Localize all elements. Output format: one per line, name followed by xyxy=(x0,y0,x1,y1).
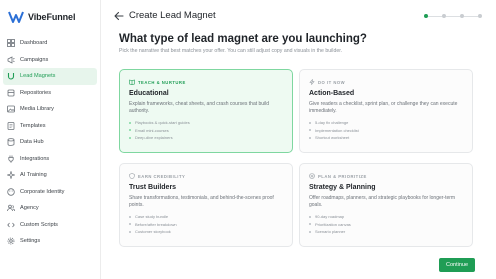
plug-icon xyxy=(7,155,15,163)
card-description: Offer roadmaps, planners, and strategic … xyxy=(309,195,456,208)
card-tag: TEACH & NURTURE xyxy=(129,79,283,85)
sidebar-item-lead-magnets[interactable]: Lead Magnets xyxy=(3,68,97,85)
dashboard-icon xyxy=(7,39,15,48)
sidebar-item-data-hub[interactable]: Data Hub xyxy=(3,134,97,151)
card-description: Explain frameworks, cheat sheets, and cr… xyxy=(129,101,270,114)
card-trust-builders[interactable]: EARN CREDIBILITY Trust Builders Share tr… xyxy=(119,163,293,247)
brand-name: VibeFunnel xyxy=(28,12,76,22)
sidebar-item-repositories[interactable]: Repositories xyxy=(3,85,97,102)
card-tag-label: EARN CREDIBILITY xyxy=(138,173,186,179)
target-icon xyxy=(309,173,315,179)
image-icon xyxy=(7,105,15,113)
continue-button[interactable]: Continue xyxy=(439,258,475,272)
sidebar-item-dashboard[interactable]: Dashboard xyxy=(3,35,97,52)
card-tag: DO IT NOW xyxy=(309,79,463,85)
page-header: Create Lead Magnet xyxy=(101,0,496,32)
sidebar-item-integrations[interactable]: Integrations xyxy=(3,151,97,168)
step-connector xyxy=(446,15,460,17)
sidebar-item-corporate-identity[interactable]: Corporate Identity xyxy=(3,184,97,201)
page-title: Create Lead Magnet xyxy=(129,10,216,21)
step-connector xyxy=(464,15,478,17)
palette-icon xyxy=(7,188,15,196)
sidebar-item-media-library[interactable]: Media Library xyxy=(3,101,97,118)
sidebar-nav: Dashboard Campaigns Lead Magnets Reposit… xyxy=(3,35,97,250)
card-title: Strategy & Planning xyxy=(309,184,376,191)
sidebar-item-label: Campaigns xyxy=(20,56,49,63)
list-item: Shortcut worksheet xyxy=(309,134,463,142)
sidebar-item-label: Media Library xyxy=(20,106,54,113)
card-tag: EARN CREDIBILITY xyxy=(129,173,283,179)
card-action-based[interactable]: DO IT NOW Action-Based Give readers a ch… xyxy=(299,69,473,153)
sidebar-item-label: Integrations xyxy=(20,155,50,162)
card-educational[interactable]: TEACH & NURTURE Educational Explain fram… xyxy=(119,69,293,153)
list-item: Email mini-courses xyxy=(129,127,283,135)
sidebar-item-label: Custom Scripts xyxy=(20,221,58,228)
step-progress xyxy=(424,14,482,18)
book-icon xyxy=(129,79,135,85)
sidebar-item-label: Lead Magnets xyxy=(20,73,56,80)
list-item: Before/after breakdown xyxy=(129,221,283,229)
list-item: 5-day fix challenge xyxy=(309,119,463,127)
card-tag-label: DO IT NOW xyxy=(318,79,346,85)
sidebar-item-label: Dashboard xyxy=(20,40,48,47)
database-icon xyxy=(7,138,15,147)
main-subtitle: Pick the narrative that best matches you… xyxy=(119,48,343,54)
card-description: Share transformations, testimonials, and… xyxy=(129,195,274,208)
list-item: Implementation checklist xyxy=(309,127,463,135)
card-tag-label: TEACH & NURTURE xyxy=(138,79,186,85)
card-strategy-planning[interactable]: PLAN & PRIORITIZE Strategy & Planning Of… xyxy=(299,163,473,247)
gear-icon xyxy=(7,237,15,245)
card-examples: Case study bundle Before/after breakdown… xyxy=(129,213,283,236)
sidebar-item-label: Repositories xyxy=(20,89,52,96)
card-title: Educational xyxy=(129,90,169,97)
sidebar-item-campaigns[interactable]: Campaigns xyxy=(3,52,97,69)
template-icon xyxy=(7,121,15,130)
list-item: Playbooks & quick-start guides xyxy=(129,119,283,127)
bolt-icon xyxy=(309,79,315,85)
sidebar-item-label: Corporate Identity xyxy=(20,188,65,195)
brand[interactable]: VibeFunnel xyxy=(8,10,75,24)
list-item: Customer storybook xyxy=(129,228,283,236)
vibefunnel-logo-icon xyxy=(8,11,24,23)
sidebar-item-label: Settings xyxy=(20,238,41,245)
sidebar: VibeFunnel Dashboard Campaigns Lead Magn… xyxy=(0,0,101,279)
sidebar-item-custom-scripts[interactable]: Custom Scripts xyxy=(3,217,97,234)
sidebar-item-label: Agency xyxy=(20,205,39,212)
back-arrow-icon[interactable] xyxy=(113,10,125,22)
sidebar-item-label: Templates xyxy=(20,122,46,129)
card-tag: PLAN & PRIORITIZE xyxy=(309,173,463,179)
sidebar-item-label: AI Training xyxy=(20,172,47,179)
sidebar-item-label: Data Hub xyxy=(20,139,44,146)
card-examples: 5-day fix challenge Implementation check… xyxy=(309,119,463,142)
sidebar-item-ai-training[interactable]: AI Training xyxy=(3,167,97,184)
step-connector xyxy=(428,15,442,17)
card-examples: 90-day roadmap Prioritization canvas Sce… xyxy=(309,213,463,236)
card-tag-label: PLAN & PRIORITIZE xyxy=(318,173,367,179)
repository-icon xyxy=(7,89,15,97)
sparkle-icon xyxy=(7,171,15,180)
users-icon xyxy=(7,204,15,212)
list-item: Deep-dive explainers xyxy=(129,134,283,142)
sidebar-item-agency[interactable]: Agency xyxy=(3,200,97,217)
card-examples: Playbooks & quick-start guides Email min… xyxy=(129,119,283,142)
card-title: Action-Based xyxy=(309,90,355,97)
list-item: Prioritization canvas xyxy=(309,221,463,229)
list-item: Scenario planner xyxy=(309,228,463,236)
main-question: What type of lead magnet are you launchi… xyxy=(119,33,367,45)
step-dot-4 xyxy=(478,14,482,18)
code-icon xyxy=(7,221,15,229)
card-title: Trust Builders xyxy=(129,184,177,191)
sidebar-item-settings[interactable]: Settings xyxy=(3,233,97,250)
list-item: 90-day roadmap xyxy=(309,213,463,221)
campaigns-icon xyxy=(7,56,15,64)
card-description: Give readers a checklist, sprint plan, o… xyxy=(309,101,458,114)
magnet-icon xyxy=(7,72,15,80)
sidebar-item-templates[interactable]: Templates xyxy=(3,118,97,135)
list-item: Case study bundle xyxy=(129,213,283,221)
shield-icon xyxy=(129,173,135,179)
